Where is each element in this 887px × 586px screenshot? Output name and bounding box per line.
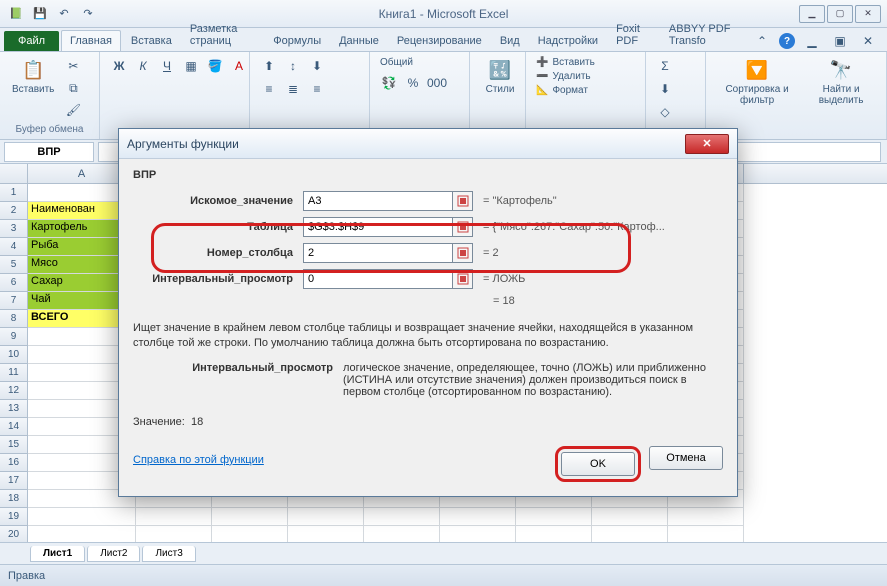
col-index-input[interactable] (303, 243, 453, 263)
function-name: ВПР (133, 169, 723, 181)
dialog-titlebar[interactable]: Аргументы функции ✕ (119, 129, 737, 159)
result-line: Значение: 18 (133, 416, 723, 428)
minimize-button[interactable]: ▁ (799, 5, 825, 23)
function-description: Ищет значение в крайнем левом столбце та… (133, 321, 723, 352)
ok-button[interactable]: OK (561, 452, 635, 476)
dialog-title: Аргументы функции (127, 137, 239, 151)
arg-row-table: Таблица = {"Мясо":267:"Сахар":50:"Картоф… (133, 217, 723, 237)
dialog-close-button[interactable]: ✕ (685, 134, 729, 154)
formula-result-preview: = 18 (493, 295, 723, 307)
range-picker-icon[interactable] (453, 243, 473, 263)
range-lookup-input[interactable] (303, 269, 453, 289)
lookup-value-input[interactable] (303, 191, 453, 211)
ok-highlight: OK (555, 446, 641, 482)
function-arguments-dialog: Аргументы функции ✕ ВПР Искомое_значение… (118, 128, 738, 497)
cancel-button[interactable]: Отмена (649, 446, 723, 470)
argument-description: Интервальный_просмотр логическое значени… (133, 362, 723, 398)
range-picker-icon[interactable] (453, 269, 473, 289)
maximize-button[interactable]: ▢ (827, 5, 853, 23)
arg-row-range-lookup: Интервальный_просмотр = ЛОЖЬ (133, 269, 723, 289)
close-button[interactable]: ✕ (855, 5, 881, 23)
function-help-link[interactable]: Справка по этой функции (133, 454, 264, 466)
range-picker-icon[interactable] (453, 191, 473, 211)
range-picker-icon[interactable] (453, 217, 473, 237)
arg-row-col-index: Номер_столбца = 2 (133, 243, 723, 263)
dialog-overlay: Аргументы функции ✕ ВПР Искомое_значение… (0, 0, 887, 586)
table-array-input[interactable] (303, 217, 453, 237)
window-controls: ▁ ▢ ✕ (799, 5, 881, 23)
arg-row-lookup-value: Искомое_значение = "Картофель" (133, 191, 723, 211)
